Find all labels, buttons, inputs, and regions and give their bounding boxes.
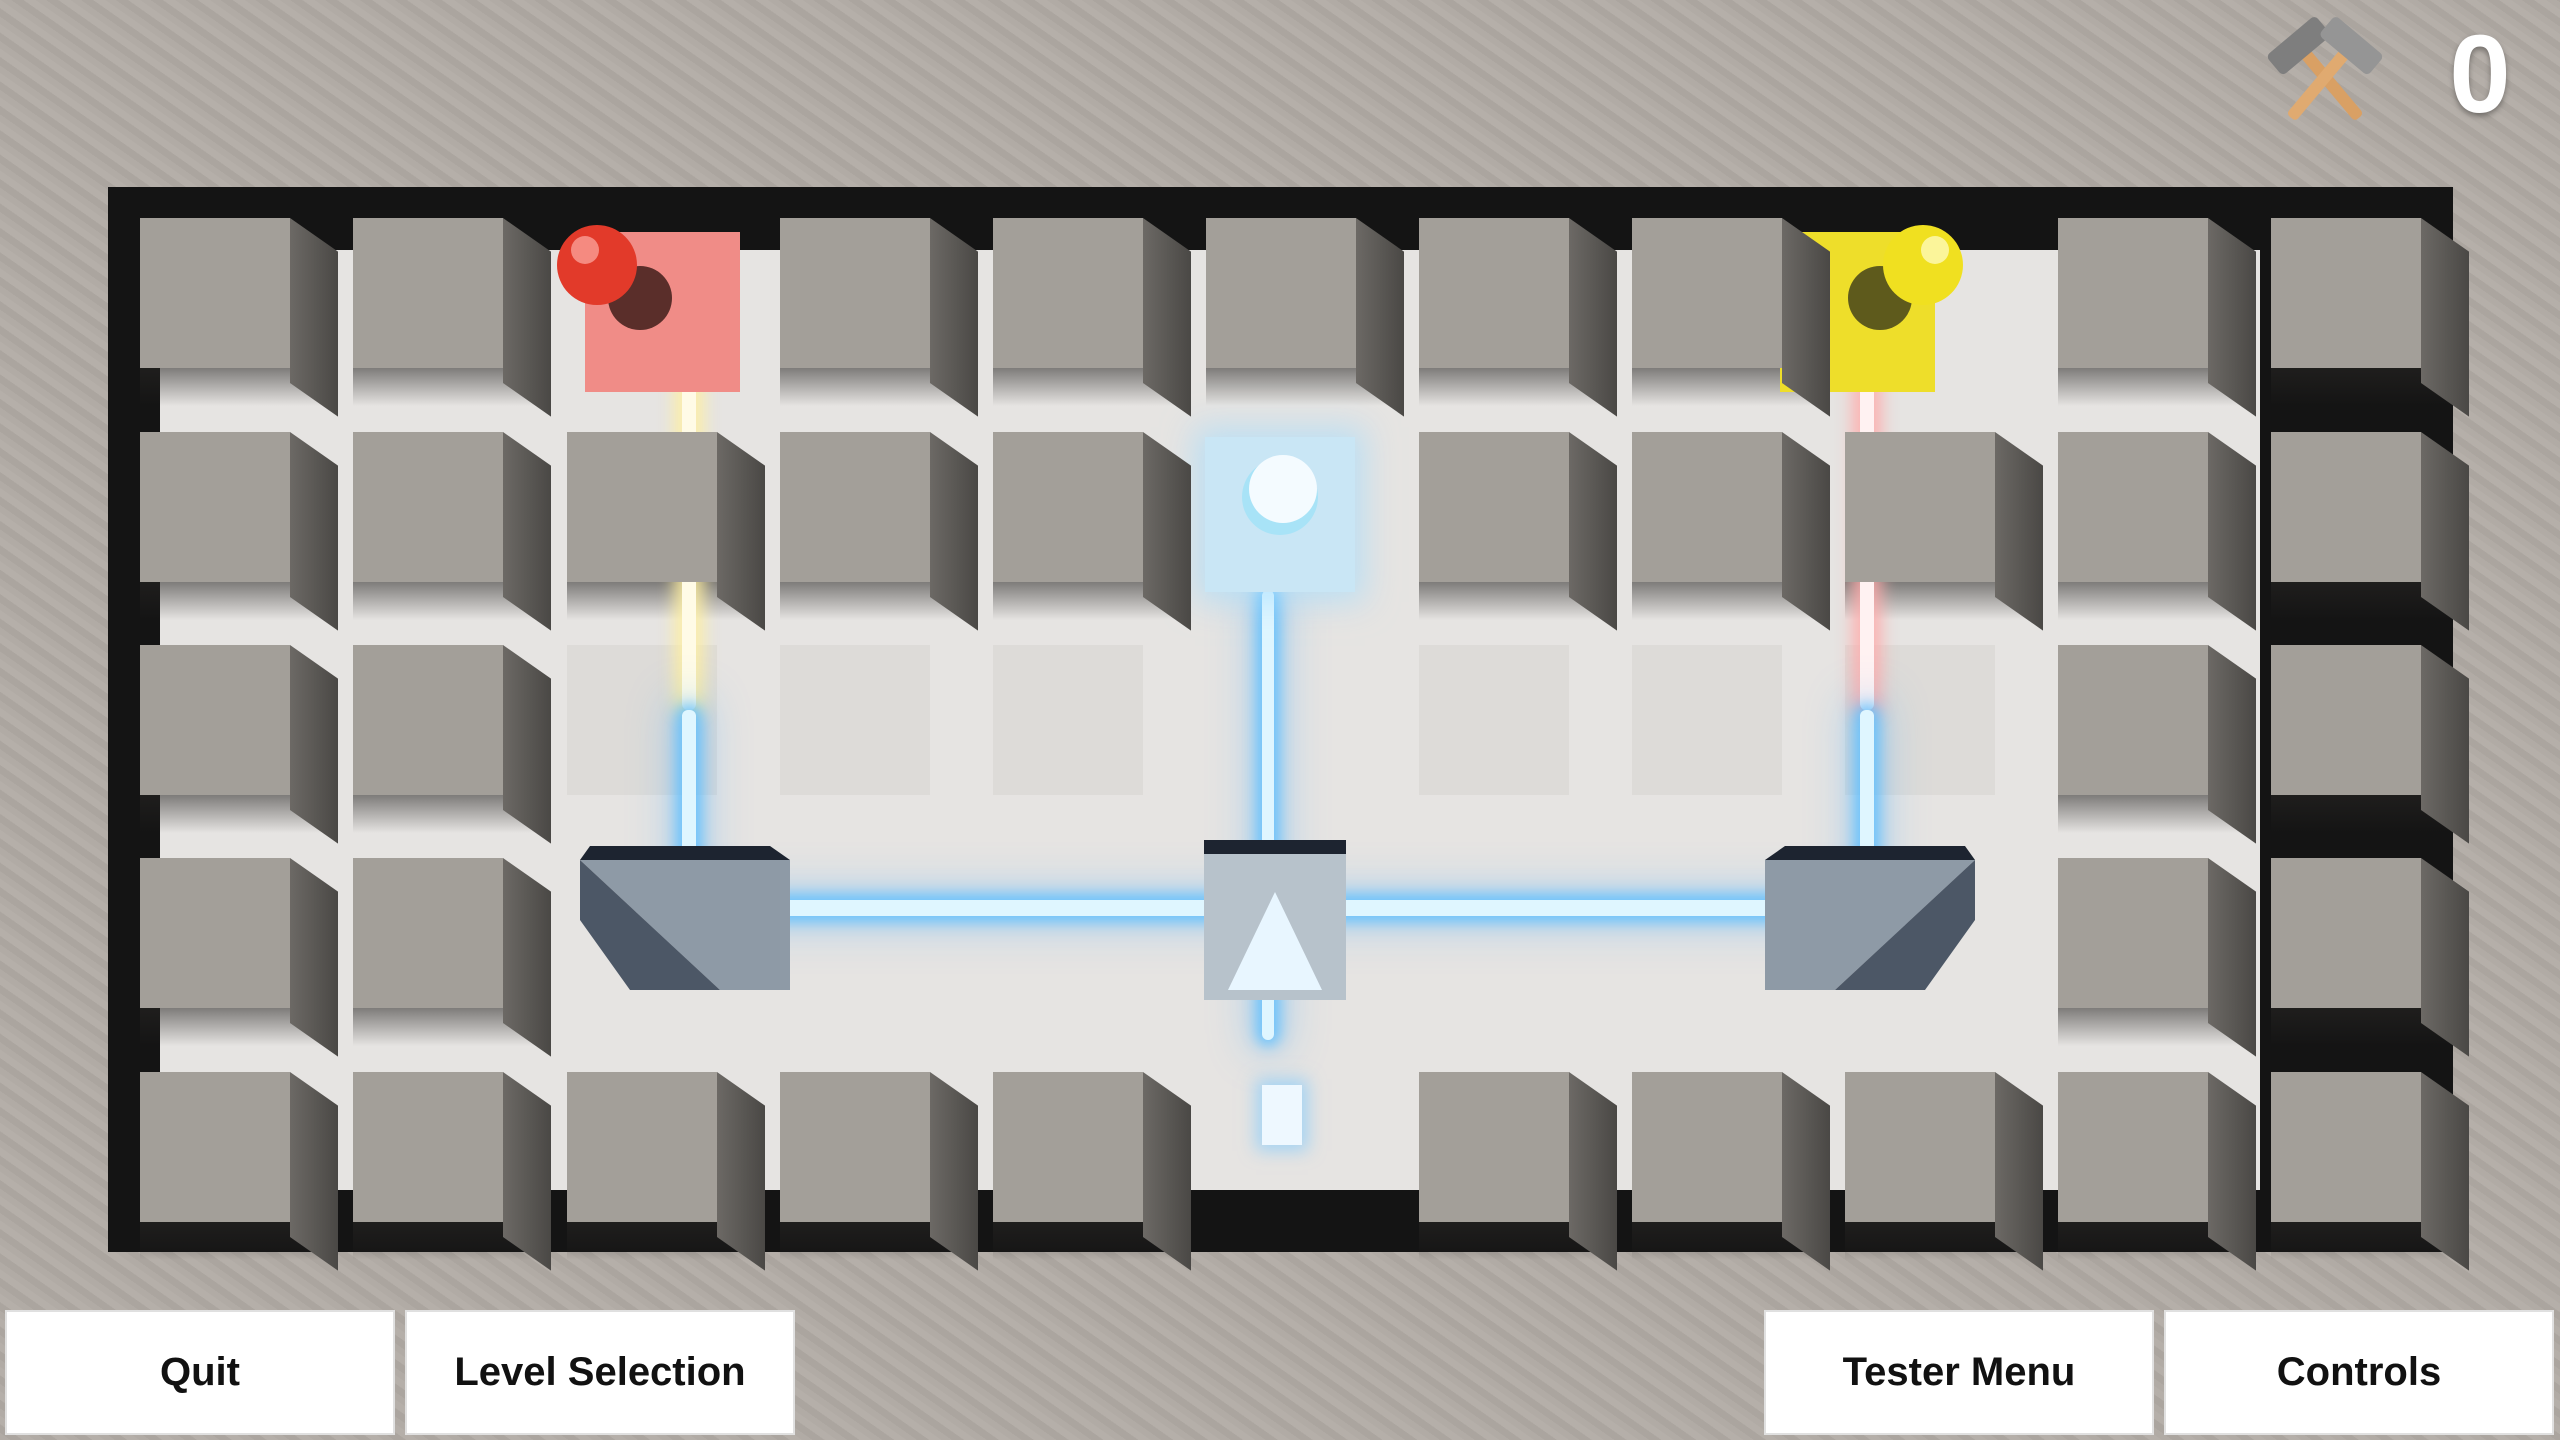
wall-block xyxy=(353,218,551,417)
light-receiver[interactable] xyxy=(1205,437,1355,592)
controls-button[interactable]: Controls xyxy=(2164,1310,2554,1435)
wall-block xyxy=(2058,432,2256,631)
wall-block xyxy=(1845,432,2043,631)
wall-block xyxy=(140,218,338,417)
wall-block xyxy=(140,645,338,844)
wall-block xyxy=(993,432,1191,631)
wall-block xyxy=(1419,1072,1617,1271)
wall-block xyxy=(1419,432,1617,631)
wall-block xyxy=(2271,1072,2469,1271)
wall-block xyxy=(353,432,551,631)
crossed-hammers-icon xyxy=(2255,15,2395,140)
level-selection-button[interactable]: Level Selection xyxy=(405,1310,795,1435)
wall-block xyxy=(2271,432,2469,631)
left-mirror-prism[interactable] xyxy=(570,840,790,1000)
wall-block xyxy=(2271,858,2469,1057)
wall-block xyxy=(140,432,338,631)
wall-block xyxy=(1206,218,1404,417)
wall-block xyxy=(2058,645,2256,844)
wall-block xyxy=(993,218,1191,417)
wall-block xyxy=(993,1072,1191,1271)
floor-tile xyxy=(993,645,1143,795)
wall-block xyxy=(780,432,978,631)
wall-block xyxy=(140,1072,338,1271)
wall-block xyxy=(567,1072,765,1271)
wall-block xyxy=(353,858,551,1057)
floor-tile xyxy=(1632,645,1782,795)
wall-block xyxy=(780,1072,978,1271)
wall-block xyxy=(2058,218,2256,417)
tester-menu-button[interactable]: Tester Menu xyxy=(1764,1310,2154,1435)
wall-block xyxy=(2058,858,2256,1057)
floor-tile xyxy=(780,645,930,795)
wall-block xyxy=(780,218,978,417)
beam-target-socket xyxy=(1262,1085,1302,1145)
wall-block xyxy=(2271,645,2469,844)
wall-block xyxy=(1845,1072,2043,1271)
quit-button[interactable]: Quit xyxy=(5,1310,395,1435)
wall-block xyxy=(1419,218,1617,417)
wall-block xyxy=(140,858,338,1057)
wall-block xyxy=(1632,432,1830,631)
wall-block xyxy=(2271,218,2469,417)
wall-block xyxy=(567,432,765,631)
right-mirror-prism[interactable] xyxy=(1765,840,1985,1000)
wall-block xyxy=(1632,1072,1830,1271)
hammer-count: 0 xyxy=(2449,13,2511,136)
wall-block xyxy=(353,645,551,844)
wall-block xyxy=(1632,218,1830,417)
floor-tile xyxy=(1419,645,1569,795)
red-light-emitter[interactable] xyxy=(555,220,745,400)
wall-block xyxy=(353,1072,551,1271)
center-splitter-prism[interactable] xyxy=(1200,840,1350,1000)
wall-block xyxy=(2058,1072,2256,1271)
